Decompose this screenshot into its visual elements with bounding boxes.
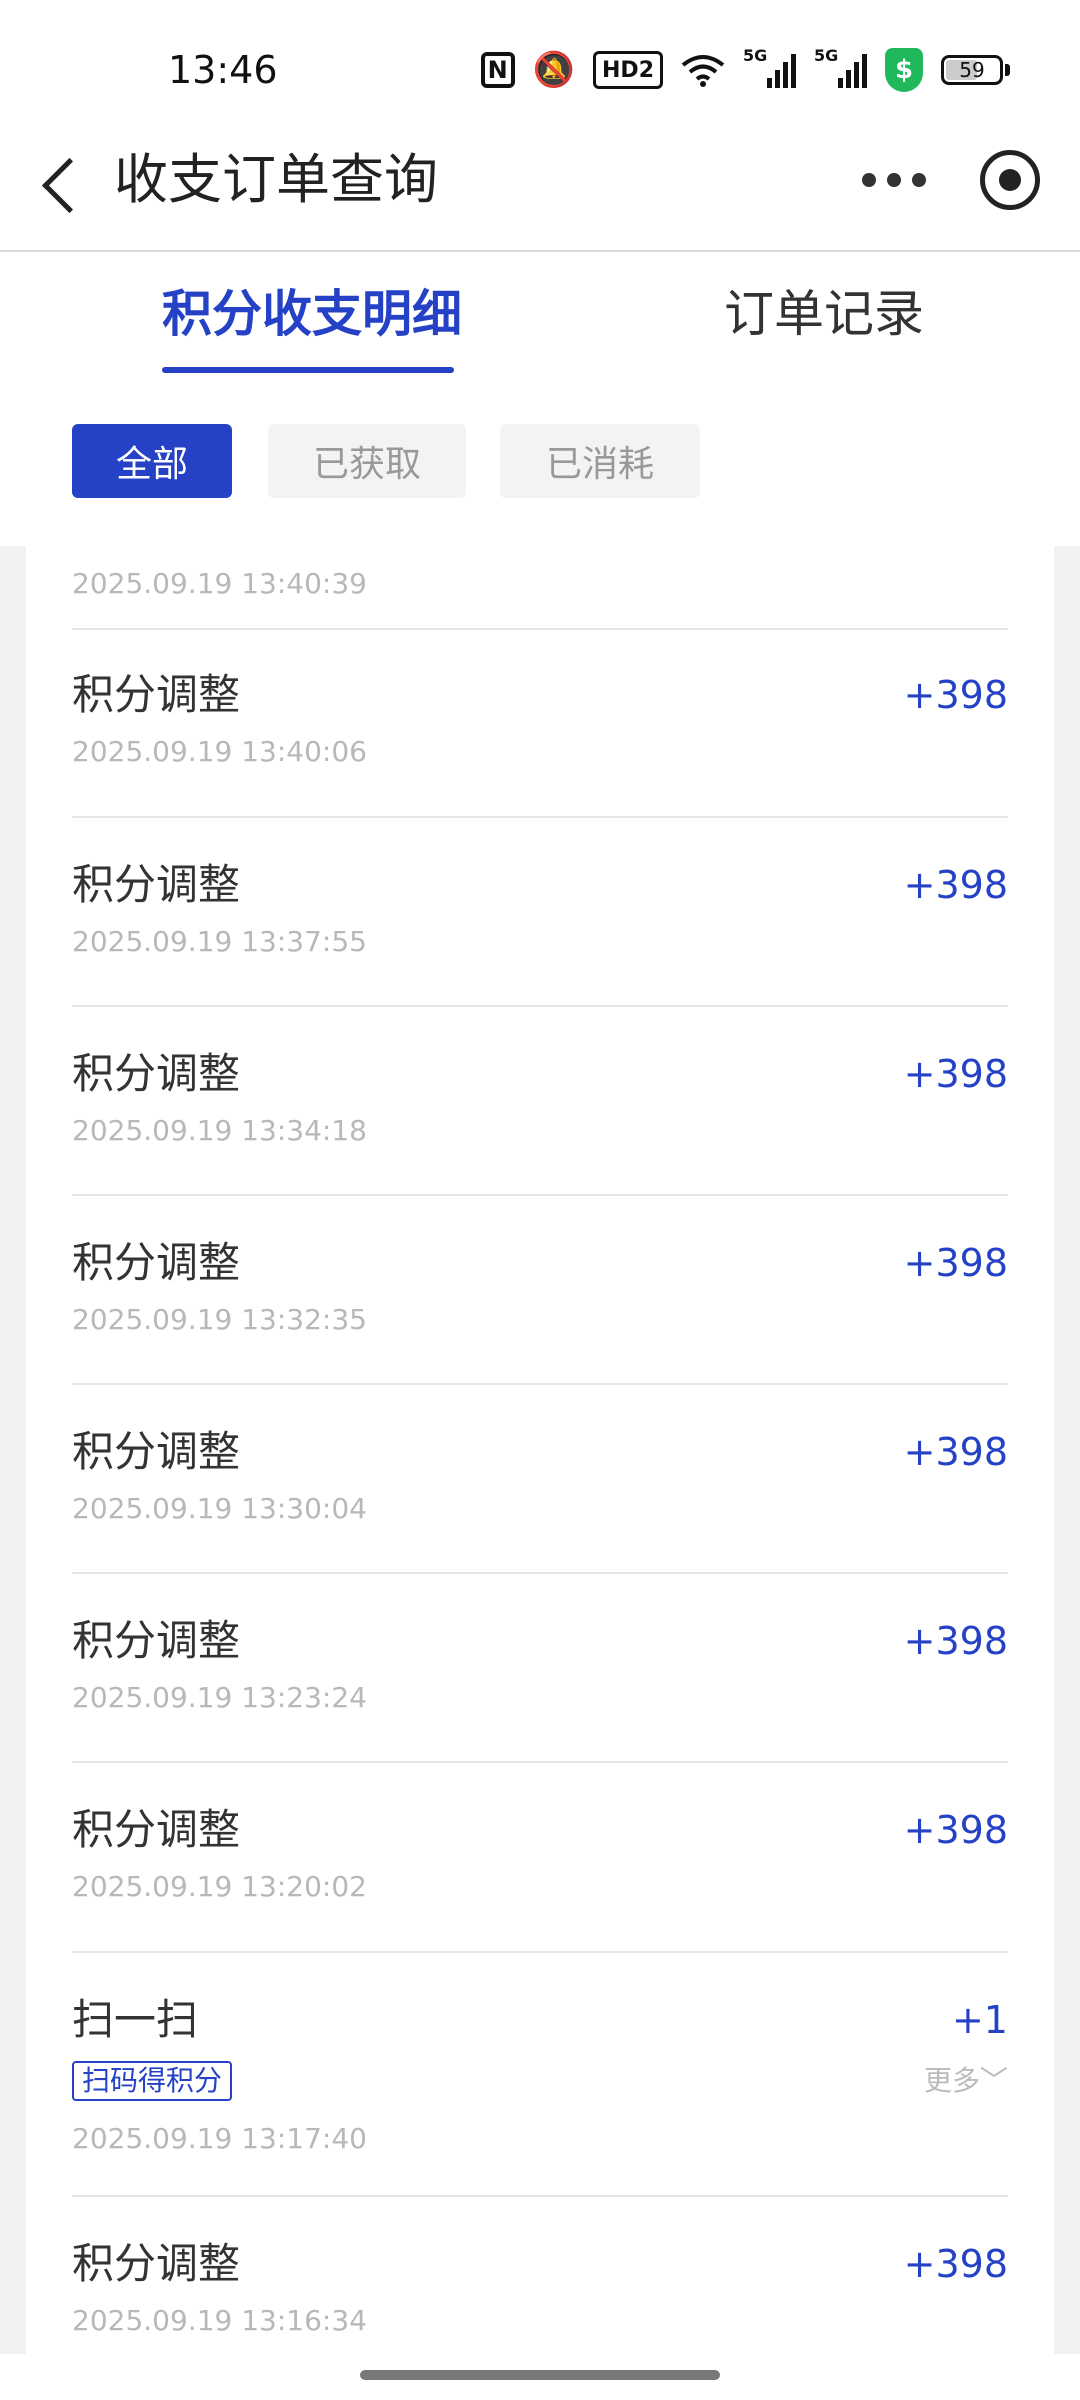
item-title: 积分调整 — [72, 1238, 241, 1287]
status-time: 13:46 — [168, 48, 278, 92]
item-amount: +398 — [903, 1619, 1008, 1663]
list-item[interactable]: 积分调整 +398 2025.09.19 13:30:04 — [72, 1385, 1008, 1574]
item-title: 积分调整 — [72, 670, 241, 719]
item-title: 积分调整 — [72, 2239, 241, 2288]
tab-order-records[interactable]: 订单记录 — [724, 282, 924, 346]
shield-icon: $ — [885, 48, 923, 92]
item-time: 2025.09.19 13:30:04 — [72, 1492, 367, 1525]
item-title: 积分调整 — [72, 860, 241, 909]
list-item[interactable]: 扫一扫 +1 扫码得积分 更多﹀ 2025.09.19 13:17:40 — [72, 1953, 1008, 2197]
item-time: 2025.09.19 13:23:24 — [72, 1681, 367, 1714]
wifi-icon — [681, 50, 725, 90]
item-time: 2025.09.19 13:40:06 — [72, 735, 367, 768]
item-time: 2025.09.19 13:17:40 — [72, 2122, 367, 2155]
status-bar: 13:46 N 🔕 HD2 5G 5G $ 59 — [0, 0, 1080, 140]
item-amount: +398 — [903, 1808, 1008, 1852]
mute-icon: 🔕 — [532, 50, 576, 90]
points-list[interactable]: 2025.09.19 13:40:39 积分调整 +398 2025.09.19… — [0, 546, 1080, 2354]
item-amount: +398 — [903, 1430, 1008, 1474]
home-indicator[interactable] — [360, 2370, 720, 2380]
tab-points-detail[interactable]: 积分收支明细 — [162, 282, 462, 346]
list-item[interactable]: 积分调整 +398 2025.09.19 13:40:06 — [72, 628, 1008, 818]
filter-all-button[interactable]: 全部 — [72, 424, 232, 498]
signal-icon: 5G — [814, 46, 867, 88]
expand-more-button[interactable]: 更多﹀ — [924, 2063, 1008, 2099]
tab-active-indicator — [162, 367, 454, 373]
item-time: 2025.09.19 13:16:34 — [72, 2304, 367, 2337]
item-amount: +398 — [903, 2242, 1008, 2286]
item-title: 积分调整 — [72, 1049, 241, 1098]
item-amount: +398 — [903, 863, 1008, 907]
item-amount: +398 — [903, 1241, 1008, 1285]
item-amount: +398 — [903, 673, 1008, 717]
list-item[interactable]: 积分调整 +398 2025.09.19 13:23:24 — [72, 1574, 1008, 1763]
nfc-icon: N — [480, 52, 515, 88]
list-item[interactable]: 积分调整 +398 2025.09.19 13:16:34 — [72, 2197, 1008, 2354]
battery-icon: 59 — [941, 55, 1003, 85]
item-time: 2025.09.19 13:34:18 — [72, 1114, 367, 1147]
item-title: 积分调整 — [72, 1805, 241, 1854]
list-item[interactable]: 积分调整 +398 2025.09.19 13:37:55 — [72, 818, 1008, 1007]
status-icons: N 🔕 HD2 5G 5G $ 59 — [480, 46, 1010, 92]
list-card: 2025.09.19 13:40:39 积分调整 +398 2025.09.19… — [26, 546, 1054, 2354]
item-time: 2025.09.19 13:32:35 — [72, 1303, 367, 1336]
item-title: 积分调整 — [72, 1427, 241, 1476]
list-item-partial[interactable]: 2025.09.19 13:40:39 — [72, 546, 1008, 630]
battery-tip — [1005, 64, 1010, 76]
list-item[interactable]: 积分调整 +398 2025.09.19 13:34:18 — [72, 1007, 1008, 1196]
item-tag-badge: 扫码得积分 — [72, 2061, 233, 2101]
item-time: 2025.09.19 13:37:55 — [72, 925, 367, 958]
item-amount: +1 — [951, 1998, 1008, 2042]
filter-earned-button[interactable]: 已获取 — [268, 424, 466, 498]
page-title: 收支订单查询 — [114, 148, 438, 211]
item-time: 2025.09.19 13:20:02 — [72, 1870, 367, 1903]
tab-bar: 积分收支明细 订单记录 — [0, 250, 1080, 378]
more-icon[interactable] — [862, 160, 926, 200]
item-title: 积分调整 — [72, 1616, 241, 1665]
filter-spent-button[interactable]: 已消耗 — [500, 424, 700, 498]
hd-icon: HD2 — [593, 51, 663, 89]
item-amount: +398 — [903, 1052, 1008, 1096]
record-icon[interactable] — [980, 150, 1040, 210]
item-time: 2025.09.19 13:40:39 — [72, 567, 367, 600]
list-item[interactable]: 积分调整 +398 2025.09.19 13:20:02 — [72, 1763, 1008, 1953]
back-icon[interactable] — [36, 152, 76, 208]
list-item[interactable]: 积分调整 +398 2025.09.19 13:32:35 — [72, 1196, 1008, 1385]
item-title: 扫一扫 — [72, 1995, 199, 2044]
signal-icon: 5G — [743, 46, 796, 88]
filter-bar: 全部 已获取 已消耗 — [0, 376, 1080, 546]
